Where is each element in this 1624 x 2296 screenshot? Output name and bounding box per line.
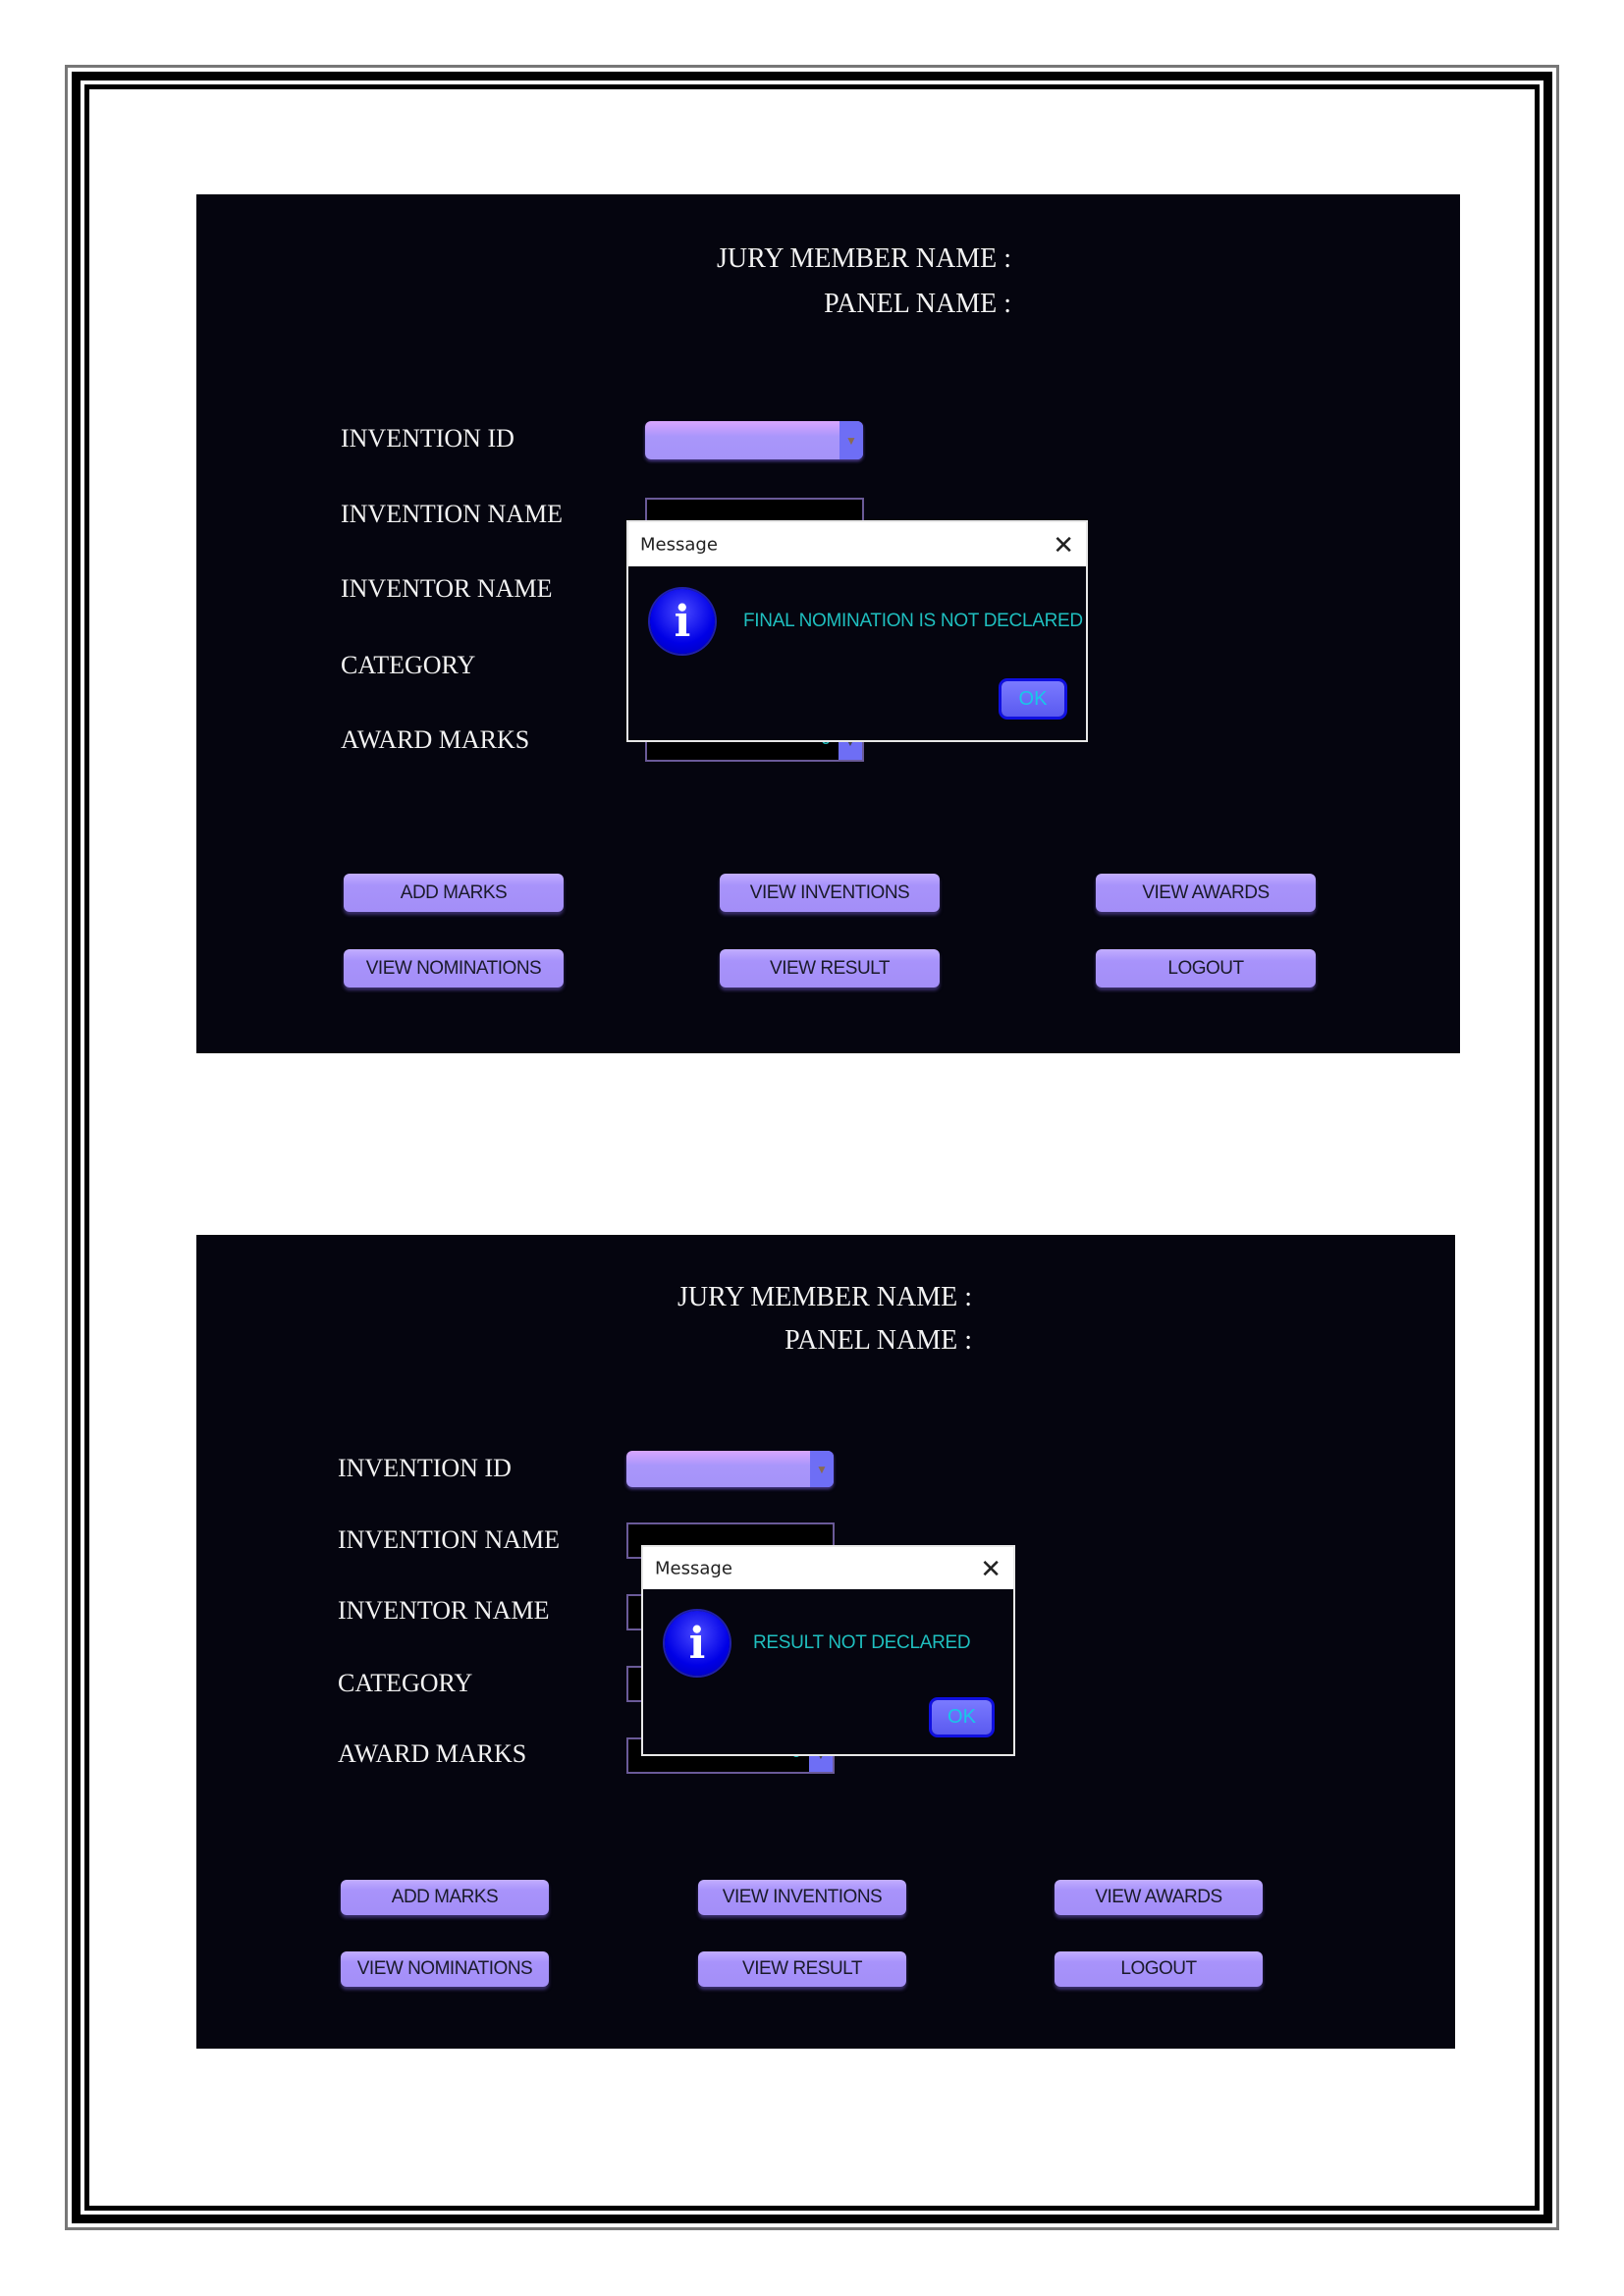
invention-id-combobox[interactable]: ▼ [626, 1451, 834, 1487]
view-awards-button[interactable]: VIEW AWARDS [1055, 1880, 1263, 1915]
jury-screen-1: JURY MEMBER NAME : PANEL NAME : INVENTIO… [196, 194, 1460, 1053]
view-result-button[interactable]: VIEW RESULT [720, 949, 940, 988]
view-inventions-button[interactable]: VIEW INVENTIONS [698, 1880, 906, 1915]
jury-screen-2: JURY MEMBER NAME : PANEL NAME : INVENTIO… [196, 1235, 1455, 2049]
view-result-button[interactable]: VIEW RESULT [698, 1951, 906, 1987]
dialog-title: Message [640, 534, 718, 555]
view-inventions-button[interactable]: VIEW INVENTIONS [720, 874, 940, 912]
panel-name-label: PANEL NAME : [785, 1325, 972, 1356]
inventor-name-label: INVENTOR NAME [338, 1596, 550, 1625]
dialog-title: Message [655, 1558, 732, 1578]
message-dialog: Message ✕ i RESULT NOT DECLARED OK [641, 1545, 1015, 1756]
panel-name-label: PANEL NAME : [824, 289, 1011, 319]
inventor-name-label: INVENTOR NAME [341, 574, 553, 603]
invention-name-label: INVENTION NAME [341, 500, 564, 528]
award-marks-label: AWARD MARKS [341, 725, 530, 754]
view-awards-button[interactable]: VIEW AWARDS [1096, 874, 1316, 912]
jury-member-name-label: JURY MEMBER NAME : [716, 243, 1011, 274]
logout-button[interactable]: LOGOUT [1055, 1951, 1263, 1987]
category-label: CATEGORY [338, 1669, 473, 1697]
dialog-title-bar: Message ✕ [643, 1547, 1013, 1589]
add-marks-button[interactable]: ADD MARKS [344, 874, 564, 912]
category-label: CATEGORY [341, 651, 476, 679]
close-icon[interactable]: ✕ [1053, 532, 1074, 558]
info-icon: i [650, 589, 715, 654]
dialog-message: FINAL NOMINATION IS NOT DECLARED [743, 611, 1083, 631]
close-icon[interactable]: ✕ [980, 1556, 1001, 1581]
dialog-title-bar: Message ✕ [628, 522, 1086, 566]
chevron-down-icon[interactable]: ▼ [839, 421, 863, 459]
jury-member-name-label: JURY MEMBER NAME : [677, 1282, 972, 1312]
invention-id-label: INVENTION ID [338, 1454, 512, 1482]
view-nominations-button[interactable]: VIEW NOMINATIONS [344, 949, 564, 988]
dialog-message: RESULT NOT DECLARED [753, 1632, 971, 1653]
invention-name-label: INVENTION NAME [338, 1525, 561, 1554]
logout-button[interactable]: LOGOUT [1096, 949, 1316, 988]
info-icon: i [665, 1611, 730, 1676]
message-dialog: Message ✕ i FINAL NOMINATION IS NOT DECL… [626, 520, 1088, 742]
ok-button[interactable]: OK [1001, 681, 1064, 717]
invention-id-label: INVENTION ID [341, 424, 514, 453]
invention-id-combobox[interactable]: ▼ [645, 421, 863, 459]
chevron-down-icon[interactable]: ▼ [810, 1451, 834, 1487]
view-nominations-button[interactable]: VIEW NOMINATIONS [341, 1951, 549, 1987]
add-marks-button[interactable]: ADD MARKS [341, 1880, 549, 1915]
award-marks-label: AWARD MARKS [338, 1739, 527, 1768]
ok-button[interactable]: OK [932, 1700, 992, 1735]
